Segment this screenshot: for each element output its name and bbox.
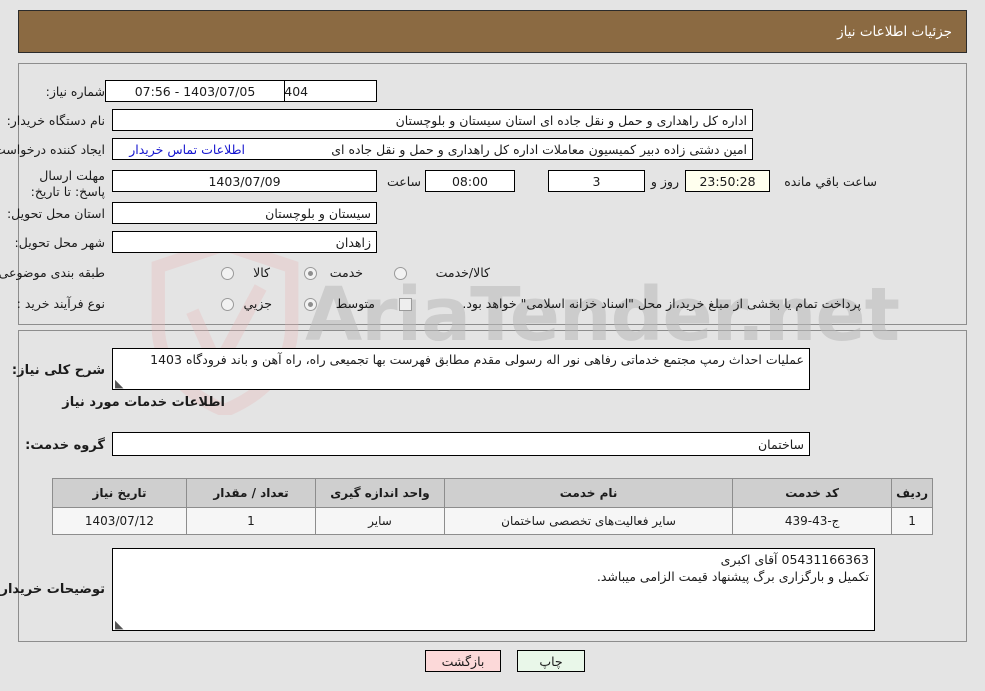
resize-grip-icon[interactable]: ◣ [115, 378, 123, 389]
buyer-notes-line1: 05431166363 آقای اکبری [720, 552, 869, 567]
radio-subject-kala[interactable] [221, 267, 234, 280]
services-table: ردیف کد خدمت نام خدمت واحد اندازه گیری ت… [52, 478, 933, 535]
print-button[interactable]: چاپ [517, 650, 585, 672]
cell-service-code: ج-43-439 [732, 507, 893, 535]
delivery-province-label: استان محل تحویل: [6, 206, 105, 221]
radio-process-jozii[interactable] [221, 298, 234, 311]
cell-service-name: سایر فعالیت‌های تخصصی ساختمان [443, 507, 734, 535]
back-button[interactable]: بازگشت [425, 650, 501, 672]
buyer-org-value: اداره کل راهداری و حمل و نقل جاده ای است… [112, 109, 753, 131]
deadline-label: مهلت ارسال پاسخ: تا تاریخ: [30, 168, 105, 199]
cell-quantity: 1 [186, 507, 316, 535]
need-number-label: شماره نیاز: [45, 84, 105, 99]
col-service-name: نام خدمت [443, 478, 734, 508]
need-info-panel [18, 63, 967, 325]
page-title: جزئیات اطلاعات نیاز [18, 10, 967, 53]
col-need-date: تاریخ نیاز [52, 478, 187, 508]
buyer-contact-link[interactable]: اطلاعات تماس خریدار [129, 142, 245, 157]
deadline-days-label: روز و [650, 174, 679, 189]
service-group-value[interactable]: ساختمان [112, 432, 810, 456]
radio-process-motevasset-label: متوسط [335, 296, 375, 311]
purchase-process-label: نوع فرآیند خرید : [16, 296, 105, 311]
table-header-row: ردیف کد خدمت نام خدمت واحد اندازه گیری ت… [52, 478, 933, 508]
description-label: شرح کلی نیاز: [11, 363, 105, 378]
buyer-org-label: نام دستگاه خریدار: [6, 113, 105, 128]
col-quantity: تعداد / مقدار [186, 478, 316, 508]
cell-unit: سایر [315, 507, 445, 535]
radio-subject-kala-label: کالا [253, 265, 270, 280]
cell-radif: 1 [891, 507, 933, 535]
delivery-city-label: شهر محل تحویل: [14, 235, 105, 250]
service-group-label: گروه خدمت: [25, 438, 105, 453]
radio-process-motevasset[interactable] [304, 298, 317, 311]
radio-subject-khedmat-label: خدمت [329, 265, 363, 280]
radio-subject-kala-khedmat[interactable] [394, 267, 407, 280]
deadline-date: 1403/07/09 [112, 170, 377, 192]
page-root: AriaTender.net جزئیات اطلاعات نیاز شماره… [0, 0, 985, 691]
delivery-city-value: زاهدان [112, 231, 377, 253]
buyer-notes-line2: تکمیل و بارگزاری برگ پیشنهاد قیمت الزامی… [596, 569, 869, 584]
treasury-bonds-label: پرداخت تمام یا بخشی از مبلغ خرید،از محل … [462, 296, 861, 311]
countdown-suffix: ساعت باقي مانده [784, 174, 877, 189]
col-unit: واحد اندازه گیری [315, 478, 445, 508]
radio-subject-kala-khedmat-label: کالا/خدمت [435, 265, 490, 280]
radio-subject-khedmat[interactable] [304, 267, 317, 280]
description-textarea[interactable]: عملیات احداث رمپ مجتمع خدماتی رفاهی نور … [112, 348, 810, 390]
table-row: 1 ج-43-439 سایر فعالیت‌های تخصصی ساختمان… [52, 507, 933, 535]
deadline-time: 08:00 [425, 170, 515, 192]
services-section-heading: اطلاعات خدمات مورد نیاز [62, 395, 225, 410]
cell-need-date: 1403/07/12 [52, 507, 187, 535]
page-title-text: جزئیات اطلاعات نیاز [837, 23, 952, 40]
request-creator-label: ایجاد کننده درخواست: [0, 142, 105, 157]
countdown-timer: 23:50:28 [685, 170, 770, 192]
delivery-province-value: سیستان و بلوچستان [112, 202, 377, 224]
radio-process-jozii-label: جزیي [243, 296, 272, 311]
resize-grip-icon[interactable]: ◣ [115, 619, 123, 630]
buyer-notes-textarea[interactable]: 05431166363 آقای اکبری تکمیل و بارگزاری … [112, 548, 875, 631]
treasury-bonds-checkbox[interactable] [399, 298, 412, 311]
col-service-code: کد خدمت [732, 478, 893, 508]
buyer-notes-label: توضیحات خریدار: [0, 582, 105, 597]
announce-datetime-value: 1403/07/05 - 07:56 [105, 80, 285, 102]
col-radif: ردیف [891, 478, 933, 508]
deadline-time-label: ساعت [386, 174, 421, 189]
description-text: عملیات احداث رمپ مجتمع خدماتی رفاهی نور … [150, 352, 804, 367]
deadline-days: 3 [548, 170, 645, 192]
subject-class-label: طبقه بندی موضوعی: [0, 265, 105, 280]
